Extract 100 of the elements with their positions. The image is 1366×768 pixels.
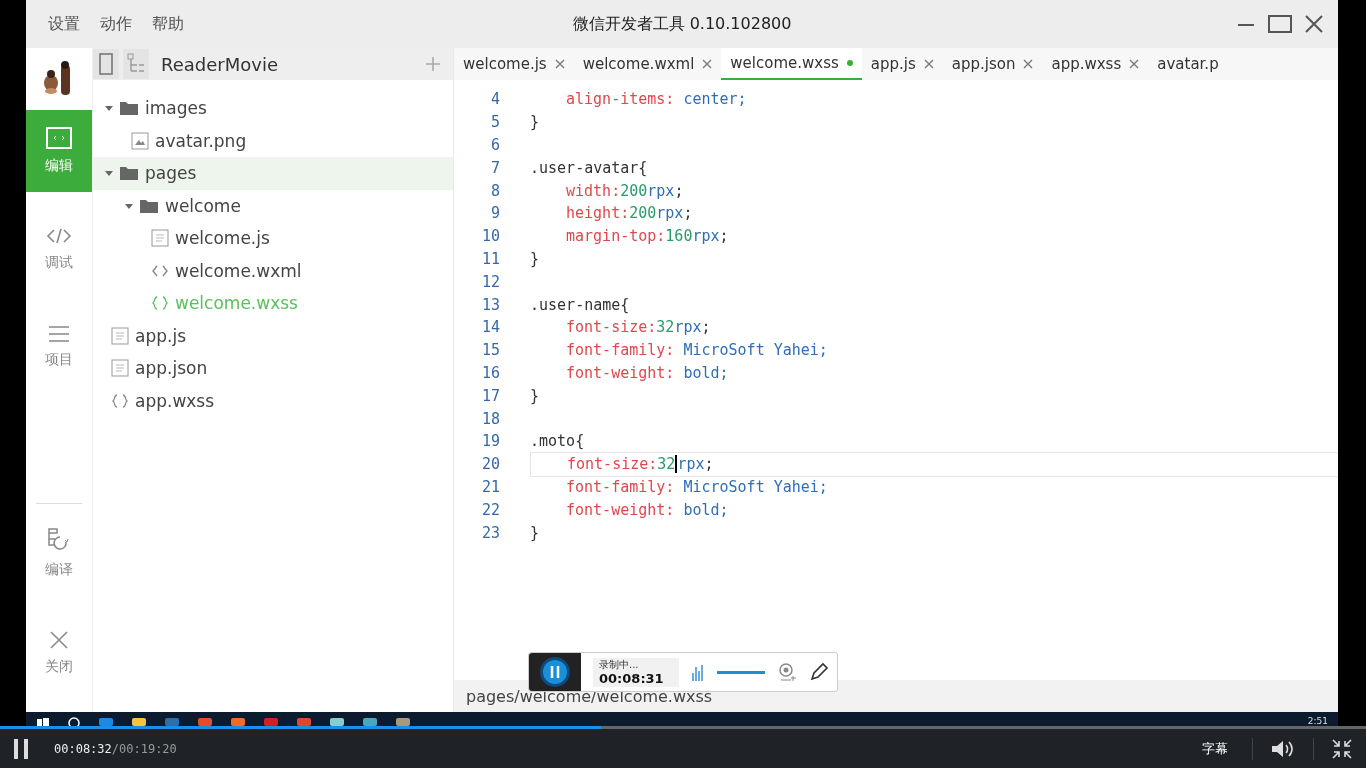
line-number: 11 (480, 249, 501, 268)
code-icon (46, 226, 72, 246)
code-line: align-items: center; (566, 90, 747, 109)
editor-tab[interactable]: welcome.wxml (573, 48, 722, 80)
braces-icon (111, 393, 129, 408)
app-icon[interactable] (131, 716, 147, 726)
tree-item[interactable]: avatar.png (93, 124, 453, 157)
line-number: 16 (480, 363, 501, 382)
tree-item[interactable]: pages (93, 157, 453, 190)
recording-status: 录制中... (599, 658, 640, 671)
editor-tab[interactable]: app.json (942, 48, 1043, 80)
compile-icon (47, 527, 71, 553)
app-icon[interactable] (98, 716, 114, 726)
pause-icon (550, 666, 560, 678)
caret-icon[interactable] (125, 201, 133, 210)
line-number: 13 (480, 295, 501, 314)
menu-item[interactable]: 动作 (100, 13, 132, 35)
code-line: font-family: MicroSoft Yahei; (566, 341, 828, 360)
tree-item[interactable]: welcome.wxml (93, 254, 453, 287)
close-icon[interactable] (1304, 14, 1324, 34)
audio-level-icon (691, 663, 705, 681)
tree-item[interactable]: app.json (93, 352, 453, 385)
nav-tab[interactable]: 调试 (26, 208, 92, 290)
line-number: 8 (489, 181, 501, 200)
editor-tab[interactable]: welcome.wxss (721, 48, 862, 80)
code-line: width:200rpx; (566, 181, 684, 200)
app-icon[interactable] (362, 716, 378, 726)
line-number: 17 (480, 386, 501, 405)
close-icon[interactable] (1129, 59, 1140, 69)
volume-slider[interactable] (717, 670, 765, 674)
file-icon (111, 326, 129, 345)
app-icon[interactable] (395, 716, 411, 726)
close-icon[interactable] (923, 59, 934, 69)
code-line: margin-top:160rpx; (566, 227, 729, 246)
tree-item[interactable]: app.wxss (93, 384, 453, 417)
code-line: font-weight: bold; (566, 363, 729, 382)
code-line: font-family: MicroSoft Yahei; (566, 477, 828, 496)
pause-button[interactable] (540, 657, 570, 687)
line-number: 10 (480, 227, 501, 246)
line-number: 18 (480, 409, 501, 428)
caret-icon[interactable] (105, 104, 113, 113)
line-number: 15 (480, 341, 501, 360)
line-number: 20 (480, 455, 501, 474)
tree-item[interactable]: welcome.js (93, 222, 453, 255)
nav-action[interactable]: 编译 (26, 518, 92, 588)
pause-icon[interactable] (14, 738, 28, 759)
pen-icon[interactable] (809, 662, 829, 682)
window-title: 微信开发者工具 0.10.102800 (572, 13, 792, 35)
caret-icon[interactable] (105, 169, 113, 178)
line-number: 7 (489, 158, 501, 177)
file-icon (111, 359, 129, 378)
nav-tab[interactable]: 项目 (26, 306, 92, 388)
editor-tab[interactable]: avatar.p (1148, 48, 1228, 80)
code-line: .user-name{ (530, 295, 630, 314)
menu-item[interactable]: 设置 (48, 13, 80, 35)
folder-icon (139, 197, 159, 214)
subtitles-button[interactable]: 字幕 (1196, 739, 1234, 758)
image-file-icon (131, 131, 149, 150)
folder-icon (119, 100, 139, 117)
folder-icon (119, 165, 139, 182)
editor-tab[interactable]: app.js (861, 48, 943, 80)
volume-icon[interactable] (1271, 738, 1295, 759)
angle-brackets-icon (151, 263, 169, 278)
line-number: 6 (489, 136, 501, 154)
file-path: pages/welcome/welcome.wxss (466, 686, 713, 706)
code-line: } (530, 249, 540, 268)
editor-tab[interactable]: welcome.js (454, 48, 574, 80)
exit-fullscreen-icon[interactable] (1332, 738, 1352, 759)
phone-icon[interactable] (93, 49, 119, 79)
search-icon[interactable] (67, 716, 81, 726)
line-number: 14 (480, 318, 501, 337)
code-line: } (530, 523, 540, 542)
line-number: 21 (480, 477, 501, 496)
code-line: font-weight: bold; (566, 500, 729, 519)
app-icon[interactable] (230, 716, 246, 726)
code-line: } (530, 113, 540, 132)
maximize-icon[interactable] (1268, 14, 1292, 34)
project-name: ReaderMovie (161, 53, 279, 75)
tree-item[interactable]: welcome (93, 189, 453, 222)
app-icon[interactable] (197, 716, 213, 726)
line-number: 12 (480, 272, 501, 291)
editor-tab[interactable]: app.wxss (1042, 48, 1149, 80)
line-number: 5 (489, 113, 501, 132)
windows-icon[interactable] (36, 716, 50, 726)
tree-item[interactable]: images (93, 92, 453, 125)
close-icon[interactable] (702, 59, 713, 69)
code-line: font-size:32 rpx; (566, 318, 711, 337)
webcam-icon[interactable] (777, 662, 797, 682)
recording-time: 00:08:31 (599, 670, 665, 686)
close-icon[interactable] (554, 59, 565, 69)
nav-action[interactable]: 关闭 (26, 618, 92, 688)
current-time: 00:08:32 (54, 741, 112, 756)
code-line: .moto{ (530, 432, 585, 451)
close-icon[interactable] (1023, 59, 1034, 69)
menu-item[interactable]: 帮助 (152, 13, 184, 35)
tree-item[interactable]: app.js (93, 319, 453, 352)
code-line: .user-avatar{ (530, 158, 648, 177)
close-icon (49, 630, 69, 650)
app-icon[interactable] (329, 716, 345, 726)
braces-icon (151, 296, 169, 311)
